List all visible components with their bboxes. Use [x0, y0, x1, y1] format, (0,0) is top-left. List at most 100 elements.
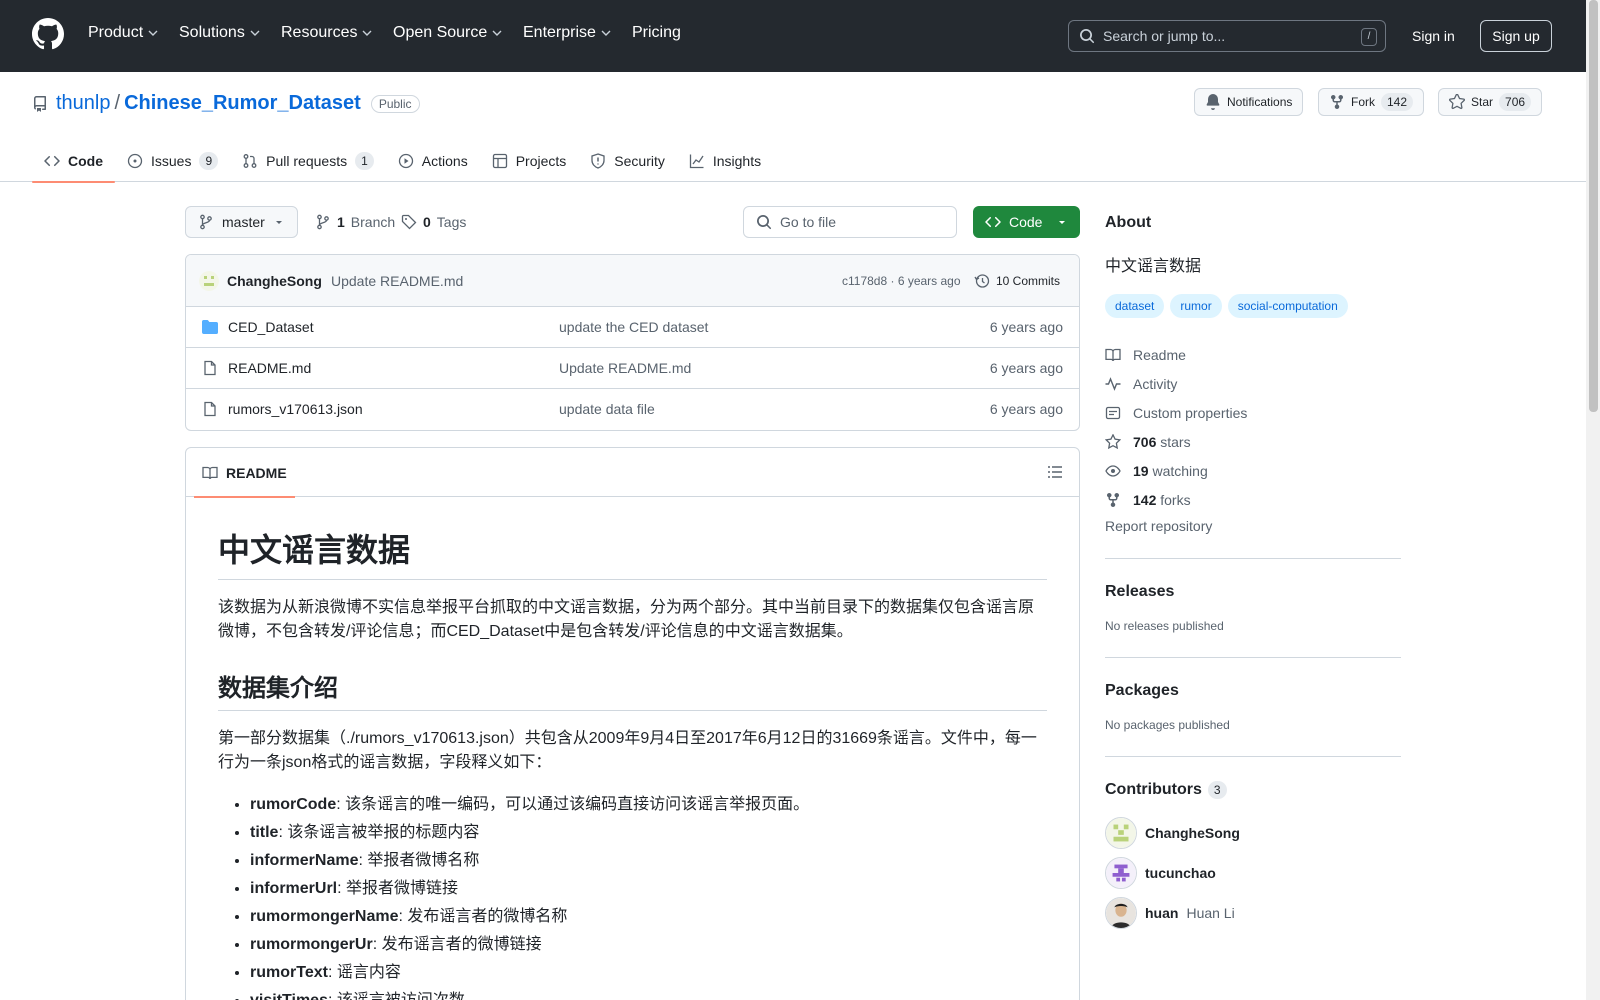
code-dropdown-button[interactable]: Code — [973, 206, 1080, 238]
tab-code[interactable]: Code — [32, 140, 115, 183]
branches-link[interactable]: 1 Branch — [315, 214, 395, 230]
issues-count: 9 — [199, 152, 219, 170]
search-icon — [1080, 29, 1095, 44]
notifications-button[interactable]: Notifications — [1194, 88, 1304, 116]
star-button[interactable]: Star 706 — [1438, 88, 1543, 116]
nav-enterprise[interactable]: Enterprise — [523, 24, 612, 42]
field-key: title — [250, 824, 279, 841]
tab-label: Projects — [515, 153, 567, 169]
search-input[interactable]: Search or jump to... / — [1068, 20, 1386, 52]
readme-tab[interactable]: README — [194, 448, 295, 498]
topic-tag[interactable]: dataset — [1105, 294, 1165, 318]
about-heading: About — [1105, 214, 1152, 231]
releases-section: Releases No releases published — [1105, 558, 1401, 633]
list-item: rumorText: 谣言内容 — [250, 959, 1047, 987]
file-commit-message[interactable]: update data file — [559, 401, 655, 417]
tags-link[interactable]: 0 Tags — [401, 214, 466, 230]
repo-owner-link[interactable]: thunlp — [56, 92, 111, 115]
repo-name-link[interactable]: Chinese_Rumor_Dataset — [124, 92, 361, 115]
repo-tabs: Code Issues 9 Pull requests 1 Actions Pr… — [32, 140, 773, 183]
readme-paragraph: 该数据为从新浪微博不实信息举报平台抓取的中文谣言数据，分为两个部分。其中当前目录… — [218, 599, 1035, 640]
caret-down-icon — [1059, 221, 1066, 224]
forks-link[interactable]: 142 forks — [1105, 485, 1401, 514]
avatar — [1105, 817, 1137, 849]
stars-link[interactable]: 706 stars — [1105, 427, 1401, 456]
forks-count: 142 — [1133, 491, 1157, 508]
path-separator: / — [114, 92, 121, 114]
tab-label: Issues — [151, 153, 192, 169]
file-row[interactable]: README.md Update README.md 6 years ago — [186, 348, 1079, 389]
nav-resources[interactable]: Resources — [281, 24, 373, 42]
packages-heading[interactable]: Packages — [1105, 682, 1401, 700]
commit-message[interactable]: Update README.md — [331, 273, 463, 289]
about-sidebar: About 中文谣言数据 dataset rumor social-comput… — [1105, 206, 1401, 933]
contributors-heading[interactable]: Contributors 3 — [1105, 781, 1401, 799]
fork-button[interactable]: Fork 142 — [1318, 88, 1425, 116]
tab-security[interactable]: Security — [578, 140, 677, 182]
branch-selector[interactable]: master — [185, 206, 298, 238]
notifications-label: Notifications — [1227, 95, 1293, 109]
outline-list-icon[interactable] — [1047, 464, 1063, 480]
file-row[interactable]: rumors_v170613.json update data file 6 y… — [186, 389, 1079, 430]
contributor-item[interactable]: huan Huan Li — [1105, 893, 1401, 933]
tab-pull-requests[interactable]: Pull requests 1 — [230, 140, 386, 182]
book-icon — [1105, 348, 1121, 361]
avatar[interactable] — [199, 271, 219, 291]
tab-issues[interactable]: Issues 9 — [115, 140, 230, 182]
github-logo-icon[interactable] — [32, 18, 64, 50]
stars-count: 706 — [1133, 433, 1157, 450]
contributors-section: Contributors 3 ChangheSong tucunchao hua… — [1105, 756, 1401, 933]
star-label: Star — [1471, 95, 1494, 109]
topic-tag[interactable]: social-computation — [1227, 294, 1348, 318]
bell-icon — [1206, 94, 1220, 110]
nav-product[interactable]: Product — [88, 24, 159, 42]
nav-pricing[interactable]: Pricing — [632, 24, 681, 42]
chevron-down-icon — [250, 30, 260, 36]
report-repository-link[interactable]: Report repository — [1105, 518, 1401, 534]
contributor-login: huan — [1145, 905, 1179, 921]
sign-up-button[interactable]: Sign up — [1480, 20, 1552, 52]
commit-author[interactable]: ChangheSong — [227, 273, 322, 289]
file-name[interactable]: rumors_v170613.json — [228, 401, 363, 417]
commits-link[interactable]: 10 Commits — [974, 268, 1060, 294]
file-name[interactable]: CED_Dataset — [228, 319, 314, 335]
tab-insights[interactable]: Insights — [677, 140, 773, 182]
field-key: visitTimes — [250, 992, 328, 1000]
contributors-title: Contributors — [1105, 781, 1202, 798]
visibility-badge: Public — [370, 94, 420, 113]
table-icon — [492, 153, 507, 169]
repo-header: thunlp / Chinese_Rumor_Dataset Public No… — [0, 72, 1586, 183]
scrollbar-thumb[interactable] — [1589, 0, 1598, 412]
commit-hash-age[interactable]: c1178d8 · 6 years ago — [842, 274, 961, 288]
list-item: informerName: 举报者微博名称 — [250, 847, 1047, 875]
nav-open-source[interactable]: Open Source — [393, 24, 503, 42]
watchers-link[interactable]: 19 watching — [1105, 456, 1401, 485]
nav-solutions[interactable]: Solutions — [179, 24, 261, 42]
custom-properties-link[interactable]: Custom properties — [1105, 398, 1401, 427]
list-item: rumorCode: 该条谣言的唯一编码，可以通过该编码直接访问该谣言举报页面。 — [250, 791, 1047, 819]
releases-empty-text: No releases published — [1105, 619, 1224, 633]
nav-label: Resources — [281, 24, 358, 41]
list-item: rumormongerName: 发布谣言者的微博名称 — [250, 903, 1047, 931]
chevron-down-icon — [601, 30, 611, 36]
releases-heading[interactable]: Releases — [1105, 583, 1401, 601]
contributor-real-name: Huan Li — [1186, 905, 1235, 921]
topic-tag[interactable]: rumor — [1170, 294, 1222, 318]
file-commit-message[interactable]: update the CED dataset — [559, 319, 708, 335]
play-icon — [398, 153, 413, 169]
readme-link[interactable]: Readme — [1105, 340, 1401, 369]
field-key: rumorText — [250, 964, 328, 981]
go-to-file-input[interactable]: Go to file — [743, 206, 957, 238]
field-desc: : 发布谣言者的微博链接 — [372, 936, 542, 953]
contributor-item[interactable]: ChangheSong — [1105, 813, 1401, 853]
shield-icon — [591, 153, 605, 169]
sign-in-link[interactable]: Sign in — [1412, 28, 1455, 44]
tab-projects[interactable]: Projects — [480, 140, 579, 182]
file-commit-message[interactable]: Update README.md — [559, 360, 691, 376]
activity-link[interactable]: Activity — [1105, 369, 1401, 398]
tab-actions[interactable]: Actions — [386, 140, 480, 182]
file-row[interactable]: CED_Dataset update the CED dataset 6 yea… — [186, 307, 1079, 348]
file-name[interactable]: README.md — [228, 360, 311, 376]
contributor-item[interactable]: tucunchao — [1105, 853, 1401, 893]
file-navigation: master 1 Branch 0 Tags Go to file Code — [185, 206, 1080, 238]
